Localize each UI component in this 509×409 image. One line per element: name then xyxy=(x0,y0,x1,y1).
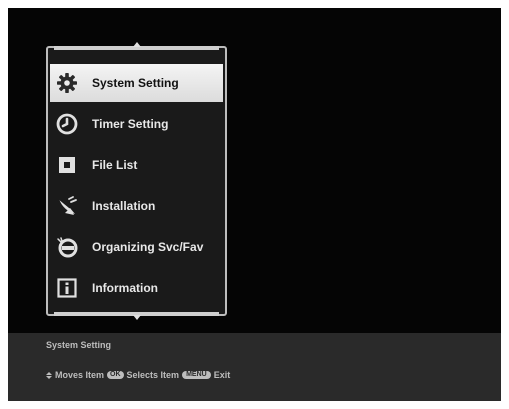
menu-item-installation[interactable]: Installation xyxy=(50,187,223,225)
help-line: Moves Item OK Selects Item MENU Exit xyxy=(46,370,230,380)
up-down-arrows-icon xyxy=(46,371,52,379)
scroll-up-indicator xyxy=(132,42,141,47)
menu-item-organizing-svc-fav[interactable]: Organizing Svc/Fav xyxy=(50,228,223,266)
clock-icon xyxy=(56,113,78,135)
menu-item-label: Organizing Svc/Fav xyxy=(92,240,204,254)
help-moves-label: Moves Item xyxy=(55,370,105,380)
menu-key-icon: MENU xyxy=(182,371,211,379)
square-dot-icon xyxy=(56,154,78,176)
menu-item-label: Information xyxy=(92,281,158,295)
help-exit-label: Exit xyxy=(213,370,231,380)
menu-item-label: Timer Setting xyxy=(92,117,169,131)
tv-screen: System Setting Timer Setting File List I… xyxy=(8,8,501,401)
main-menu-panel: System Setting Timer Setting File List I… xyxy=(46,42,227,320)
menu-item-file-list[interactable]: File List xyxy=(50,146,223,184)
ok-key-icon: OK xyxy=(107,371,124,379)
gear-icon xyxy=(56,72,78,94)
menu-item-system-setting[interactable]: System Setting xyxy=(50,64,223,102)
menu-item-information[interactable]: Information xyxy=(50,269,223,307)
menu-item-label: Installation xyxy=(92,199,156,213)
menu-item-label: File List xyxy=(92,158,138,172)
menu-item-label: System Setting xyxy=(92,76,179,90)
info-icon xyxy=(56,277,78,299)
no-entry-icon xyxy=(56,236,78,258)
info-bar-title: System Setting xyxy=(46,340,112,350)
scroll-down-indicator xyxy=(132,315,141,320)
help-selects-label: Selects Item xyxy=(126,370,180,380)
satellite-dish-icon xyxy=(56,195,78,217)
menu-item-timer-setting[interactable]: Timer Setting xyxy=(50,105,223,143)
